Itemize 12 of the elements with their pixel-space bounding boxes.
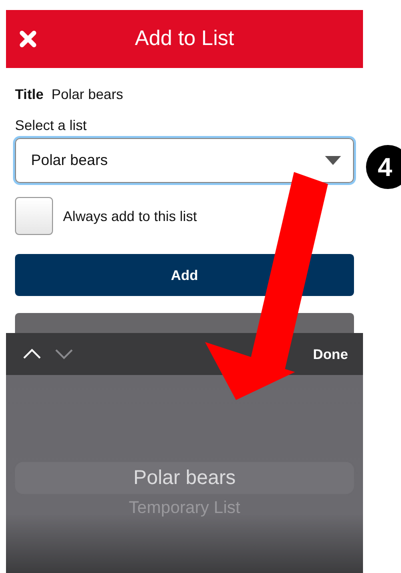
select-label: Select a list [15, 117, 88, 133]
title-label: Title [15, 86, 44, 102]
header-title: Add to List [134, 27, 234, 51]
close-icon[interactable] [18, 29, 38, 49]
dropdown-caret-icon [325, 156, 341, 165]
list-select[interactable]: Polar bears [15, 138, 354, 183]
title-value: Polar bears [52, 86, 124, 102]
done-button[interactable]: Done [313, 346, 348, 362]
step-badge: 4 [366, 145, 401, 189]
chevron-up-icon[interactable] [23, 348, 41, 360]
checkbox-label: Always add to this list [63, 208, 197, 224]
checkbox[interactable] [15, 197, 53, 235]
